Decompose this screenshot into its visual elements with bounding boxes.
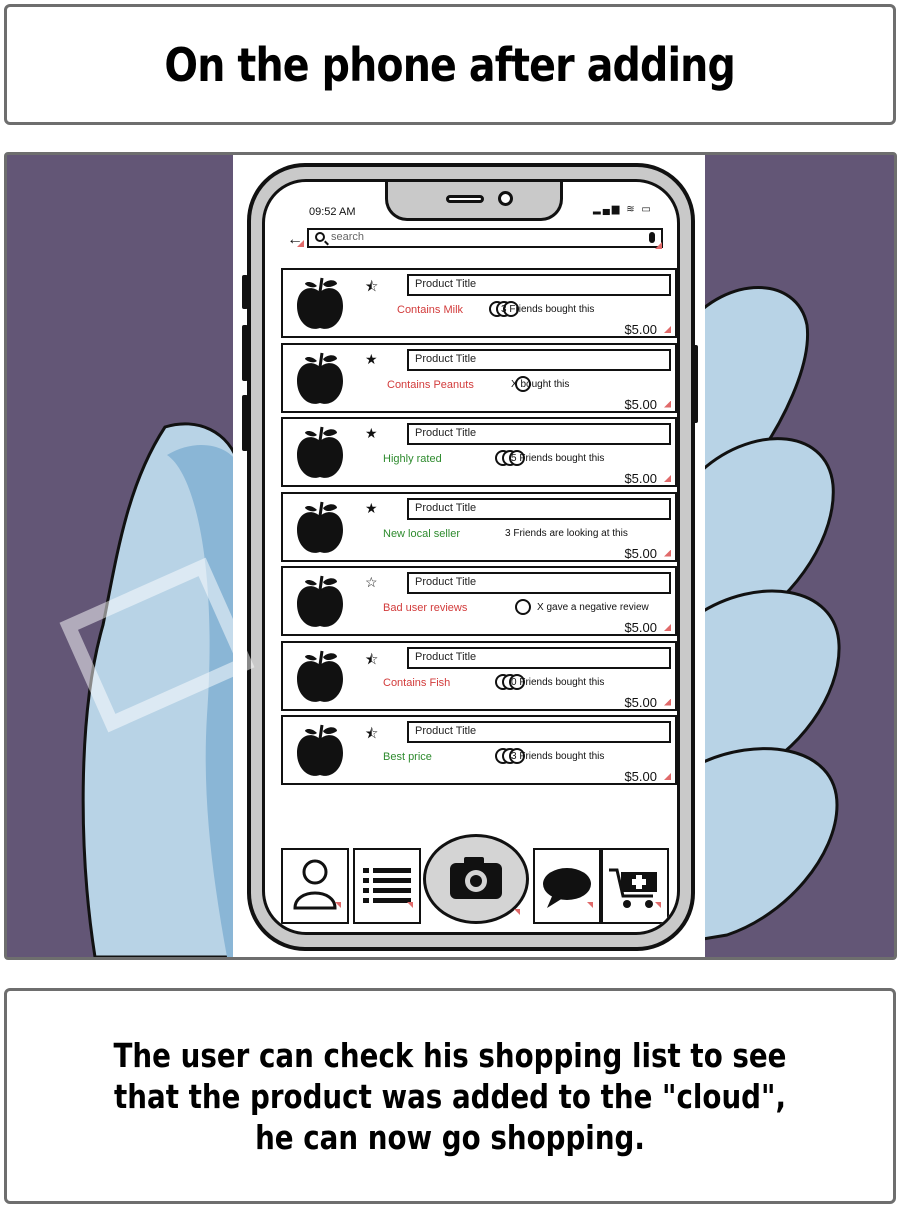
rating-star-icon[interactable]: ☆ [365,574,378,591]
product-tag: Bad user reviews [383,602,468,614]
social-info: X gave a negative review [537,602,649,613]
user-icon [293,859,341,910]
product-tag: Contains Peanuts [387,378,474,391]
product-tag: Contains Milk [397,304,464,316]
illustration-scene: 09:52 AM ▂▄▆ ≋ ▭ ← search ⯪ Product Title… [4,152,897,960]
rating-star-icon[interactable]: ⯪ [365,276,378,300]
link-marker-icon [664,773,671,780]
wifi-icon: ≋ [626,204,637,215]
social-info: X bought this [511,378,570,390]
product-title-field[interactable]: Product Title [407,497,671,520]
phone-frame: 09:52 AM ▂▄▆ ≋ ▭ ← search ⯪ Product Title… [242,163,698,951]
product-price: $5.00 [624,545,657,561]
search-icon [315,232,325,242]
product-price: $5.00 [624,471,657,486]
nav-profile-button[interactable] [281,848,349,924]
link-marker-icon [664,400,671,408]
product-price: $5.00 [624,322,657,337]
link-marker-icon [664,698,671,706]
product-price: $5.00 [624,694,657,710]
signal-icon: ▂▄▆ [593,204,622,215]
product-tag: New local seller [383,527,461,540]
rating-star-icon[interactable]: ★ [365,425,378,442]
bottom-nav [281,834,671,924]
battery-icon: ▭ [641,204,653,215]
product-tag: Contains Fish [383,676,451,689]
link-marker-icon [664,326,671,333]
list-item[interactable]: ★ Product Title Contains Peanuts X bought t… [281,342,677,413]
phone-screen: 09:52 AM ▂▄▆ ≋ ▭ ← search ⯪ Product Title… [262,179,680,935]
apple-icon [297,501,343,553]
title-panel: On the phone after adding [4,4,896,125]
nav-chat-button[interactable] [533,848,601,924]
front-camera-icon [498,191,513,206]
product-title: Product Title [415,278,477,290]
caption-panel: The user can check his shopping list to … [4,988,896,1204]
list-item[interactable]: ⯪ Product Title Contains Fish 0 Friends bou… [281,640,677,711]
apple-icon [297,575,343,627]
side-button [242,275,248,309]
product-price: $5.00 [624,396,657,412]
list-item[interactable]: ☆ Product Title Bad user reviews X gave a n… [281,566,677,636]
apple-icon [297,277,343,329]
product-title-field[interactable]: Product Title [407,646,671,669]
phone-notch [385,182,563,221]
product-title: Product Title [415,352,477,365]
product-title: Product Title [415,650,477,663]
list-item[interactable]: ★ Product Title New local seller 3 Friends … [281,491,677,562]
link-marker-icon [664,624,671,631]
product-tag: Highly rated [383,453,442,465]
nav-cart-button[interactable] [601,848,669,924]
product-title-field[interactable]: Product Title [407,348,671,371]
list-item[interactable]: ★ Product Title Highly rated 5 Friends boug… [281,417,677,487]
product-title-field[interactable]: Product Title [407,274,671,296]
status-icons: ▂▄▆ ≋ ▭ [593,204,653,215]
product-title-field[interactable]: Product Title [407,572,671,594]
rating-star-icon[interactable]: ★ [365,351,378,368]
side-button [242,395,248,451]
social-info: 3 Friends bought this [501,304,595,315]
power-button [692,345,698,423]
chat-icon [543,868,593,908]
social-info: 0 Friends bought this [511,676,605,688]
search-input[interactable]: search [307,228,663,248]
camera-icon [450,857,520,915]
social-info: 5 Friends bought this [511,453,605,464]
caption-text: The user can check his shopping list to … [113,1035,787,1157]
product-title: Product Title [415,501,477,514]
social-info: 3 Friends are looking at this [505,527,628,539]
mic-icon[interactable] [649,232,655,243]
product-title-field[interactable]: Product Title [407,721,671,743]
apple-icon [297,650,343,702]
side-button [242,325,248,381]
link-marker-icon [664,549,671,557]
avatar [515,599,531,615]
link-marker-icon [664,475,671,482]
list-item[interactable]: ⯪ Product Title Best price 3 Friends bought… [281,715,677,785]
rating-star-icon[interactable]: ⯪ [365,723,378,747]
panel-title: On the phone after adding [164,37,736,92]
status-time: 09:52 AM [309,206,356,218]
phone-backdrop: 09:52 AM ▂▄▆ ≋ ▭ ← search ⯪ Product Title… [233,155,705,957]
rating-star-icon[interactable]: ⯪ [365,649,378,673]
speaker-icon [446,195,484,203]
apple-icon [297,724,343,776]
product-title: Product Title [415,576,477,588]
product-price: $5.00 [624,620,657,635]
product-title: Product Title [415,725,477,737]
nav-list-button[interactable] [353,848,421,924]
product-title-field[interactable]: Product Title [407,423,671,445]
apple-icon [297,426,343,478]
search-placeholder: search [331,231,365,243]
nav-camera-button[interactable] [423,834,529,924]
product-title: Product Title [415,427,477,439]
rating-star-icon[interactable]: ★ [365,500,378,517]
add-to-cart-icon [609,868,661,908]
product-tag: Best price [383,751,432,763]
list-icon [363,868,413,908]
apple-icon [297,352,343,404]
social-info: 3 Friends bought this [511,751,605,762]
list-item[interactable]: ⯪ Product Title Contains Milk 3 Friends bou… [281,268,677,338]
product-price: $5.00 [624,769,657,784]
